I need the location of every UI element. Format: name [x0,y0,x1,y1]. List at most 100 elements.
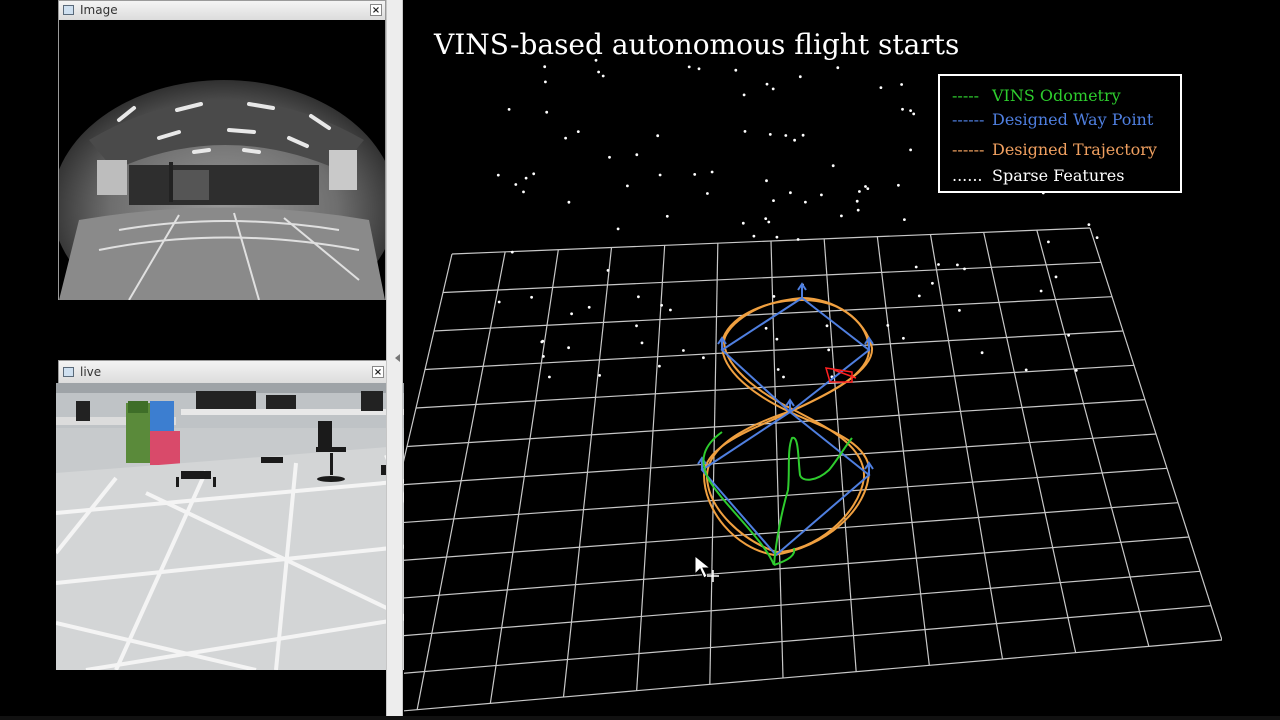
feature-point [879,86,883,89]
feature-point [514,183,518,186]
feature-point [570,312,573,316]
feature-point [1047,240,1050,244]
feature-point [909,109,912,112]
feature-point [801,133,805,137]
legend-item-trajectory: ------ Designed Trajectory [952,140,1157,159]
feature-point [767,220,771,224]
image-window: Image × [58,0,386,300]
feature-point [524,176,528,180]
feature-point [682,349,685,352]
feature-point [1067,333,1070,337]
feature-point [1054,275,1058,279]
feature-point [548,375,551,379]
feature-point [789,191,792,195]
feature-point [567,200,571,204]
live-video-svg [56,383,439,670]
feature-point [771,87,775,91]
feature-point [798,75,802,79]
feature-point [840,214,843,218]
feature-point [1039,289,1043,293]
feature-point [765,179,768,183]
feature-point [567,346,570,350]
feature-point [665,214,669,218]
feature-point [956,263,959,267]
legend-features-dash: ...... [952,166,983,185]
feature-point [902,336,905,340]
feature-point [637,295,640,299]
feature-point [532,172,536,176]
close-icon[interactable]: × [370,4,382,16]
feature-point [1087,223,1091,227]
feature-point [775,337,779,341]
feature-point [912,112,916,116]
grid-line [876,236,930,666]
grid-line [1036,230,1150,647]
splitter-panel[interactable] [386,0,403,720]
feature-point [901,107,904,111]
legend-item-waypoint: ------ Designed Way Point [952,110,1153,129]
feature-point [752,234,756,238]
feature-point [669,308,672,312]
feature-point [963,267,966,271]
feature-point [702,356,705,360]
feature-point [606,269,610,272]
feature-point [507,108,511,111]
feature-point [836,66,840,70]
legend-item-features: ...... Sparse Features [952,166,1124,185]
feature-point [543,65,547,69]
grid-line [404,639,1222,712]
feature-point [496,173,500,177]
image-window-titlebar[interactable]: Image × [59,1,385,21]
feature-point [608,155,611,159]
collapse-arrow-icon[interactable] [395,354,400,362]
feature-point [772,295,776,298]
feature-point [497,300,501,304]
legend-waypoint-dash: ------ [952,110,985,129]
feature-point [510,250,514,254]
grid-line [983,232,1077,653]
feature-point [917,294,921,298]
fisheye-camera-image [59,20,385,300]
feature-point [542,355,545,358]
live-window-titlebar[interactable]: live × [59,361,387,384]
feature-point [855,199,859,203]
close-icon[interactable]: × [372,366,384,378]
grid-line [404,536,1190,599]
feature-point [958,309,961,312]
live-video-feed [56,383,439,670]
feature-point [545,110,549,114]
feature-point [544,80,547,84]
feature-point [909,148,912,152]
feature-point [706,192,709,195]
feature-point [793,138,796,142]
feature-point [764,326,768,330]
feature-point [858,190,861,193]
window-app-icon [63,367,74,377]
feature-point [772,199,775,203]
feature-point [710,170,714,174]
rviz-3d-view[interactable]: VINS-based autonomous flight starts ----… [404,0,1222,716]
feature-point [831,164,835,168]
legend-trajectory-label: Designed Trajectory [992,140,1157,159]
feature-point [635,153,639,157]
bottom-border [0,716,1280,720]
mouse-cursor-icon [694,554,719,582]
feature-point [980,351,984,355]
feature-point [897,183,900,187]
feature-point [866,187,870,191]
legend-box: ----- VINS Odometry ------ Designed Way Po… [938,74,1182,193]
headline-caption: VINS-based autonomous flight starts [434,28,960,61]
feature-point [626,184,629,188]
legend-features-label: Sparse Features [992,166,1125,185]
feature-point [693,173,697,176]
live-window-title: live [80,365,102,379]
legend-waypoint-label: Designed Way Point [992,110,1154,129]
feature-point [530,295,533,299]
feature-point [658,173,662,177]
feature-point [742,93,746,97]
feature-point [914,265,918,269]
feature-point [540,340,544,344]
feature-point [1095,236,1099,240]
feature-point [782,375,785,379]
legend-odometry-label: VINS Odometry [992,86,1121,105]
